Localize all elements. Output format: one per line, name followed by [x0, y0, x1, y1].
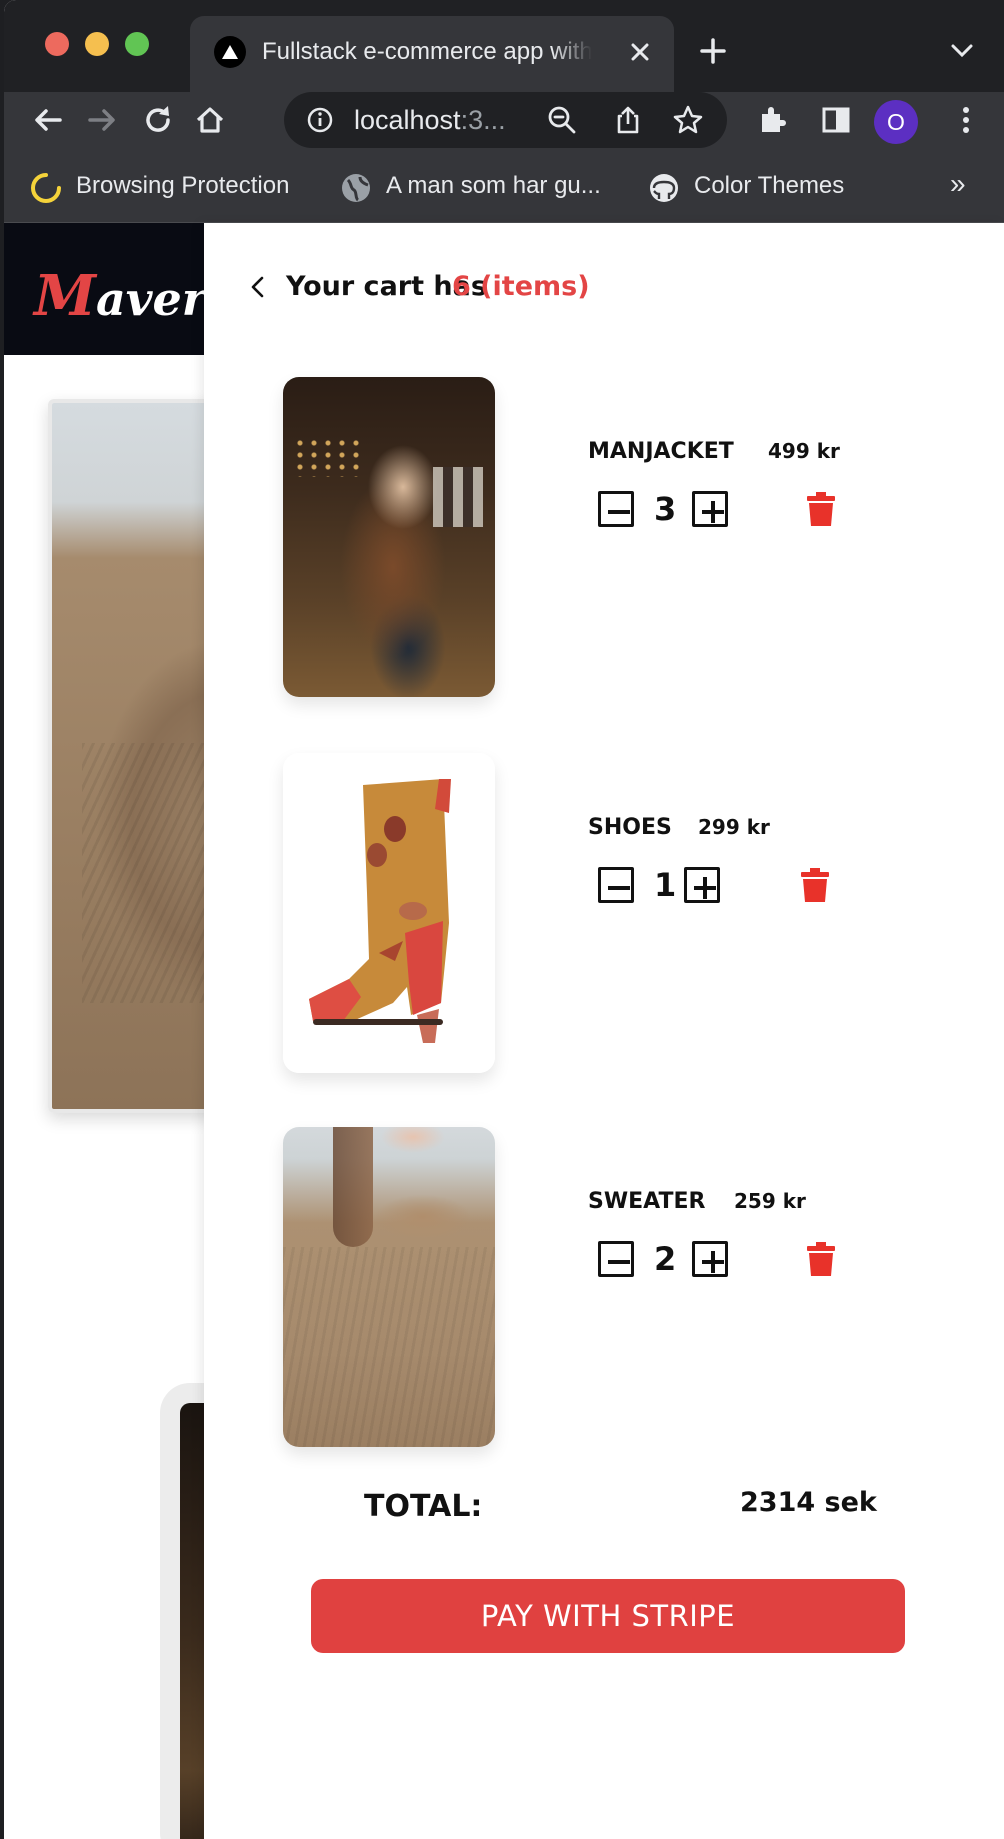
site-logo[interactable]: Maveri [34, 263, 224, 329]
increase-quantity-button[interactable] [684, 867, 720, 903]
address-bar[interactable]: localhost:3... [284, 92, 727, 148]
cart-item: MANJACKET 499 kr 3 [204, 377, 1004, 707]
side-panel-icon[interactable] [816, 100, 856, 140]
cart-item: SHOES 299 kr 1 [204, 753, 1004, 1083]
item-quantity: 3 [654, 490, 677, 528]
chevron-down-icon[interactable] [948, 38, 976, 62]
browser-window: Fullstack e-commerce app with localhost:… [4, 0, 1004, 1839]
github-icon [650, 174, 678, 202]
tab-strip: Fullstack e-commerce app with [4, 0, 1004, 92]
decrease-quantity-button[interactable] [598, 491, 634, 527]
close-window-button[interactable] [45, 32, 69, 56]
trash-icon[interactable] [806, 492, 836, 526]
tab-close-icon[interactable] [626, 38, 654, 66]
trash-icon[interactable] [800, 868, 830, 902]
browsing-protection-icon [31, 173, 61, 203]
cart-item-count: 6 (items) [452, 271, 590, 302]
cart-item: SWEATER 259 kr 2 [204, 1127, 1004, 1457]
new-tab-icon[interactable] [698, 36, 728, 66]
bookmark-browsing-protection[interactable]: Browsing Protection [30, 166, 320, 206]
web-page: Maveri Your cart has 6 (items) MANJACKET… [4, 223, 1004, 1839]
reload-icon[interactable] [138, 100, 178, 140]
increase-quantity-button[interactable] [692, 491, 728, 527]
manjacket-image [283, 377, 495, 697]
profile-avatar[interactable]: O [874, 100, 918, 144]
item-price: 299 kr [698, 815, 770, 839]
chevron-left-icon[interactable] [244, 273, 272, 301]
item-name: SHOES [588, 815, 672, 840]
minimize-window-button[interactable] [85, 32, 109, 56]
item-price: 499 kr [768, 439, 840, 463]
total-value: 2314 sek [740, 1487, 877, 1518]
item-name: MANJACKET [588, 439, 734, 464]
item-quantity: 2 [654, 1240, 677, 1278]
total-label: TOTAL: [364, 1489, 483, 1524]
home-icon[interactable] [190, 100, 230, 140]
bookmarks-overflow-button[interactable]: » [950, 168, 966, 200]
more-menu-icon[interactable] [946, 100, 986, 140]
item-price: 259 kr [734, 1189, 806, 1213]
shoes-image [283, 753, 495, 1073]
trash-icon[interactable] [806, 1242, 836, 1276]
bookmark-color-themes[interactable]: Color Themes [648, 166, 888, 206]
item-quantity: 1 [654, 866, 677, 904]
maximize-window-button[interactable] [125, 32, 149, 56]
item-name: SWEATER [588, 1189, 706, 1214]
back-icon[interactable] [28, 100, 68, 140]
tab-title: Fullstack e-commerce app with [262, 38, 592, 65]
bookmark-a-man[interactable]: A man som har gu... [340, 166, 630, 206]
url-text[interactable]: localhost:3... [354, 104, 506, 136]
increase-quantity-button[interactable] [692, 1241, 728, 1277]
extensions-icon[interactable] [752, 100, 792, 140]
bookmark-star-icon[interactable] [672, 104, 704, 136]
decrease-quantity-button[interactable] [598, 1241, 634, 1277]
cart-drawer: Your cart has 6 (items) MANJACKET 499 kr… [204, 223, 1004, 1839]
browser-tab[interactable]: Fullstack e-commerce app with [190, 16, 674, 92]
bookmarks-bar: Browsing Protection A man som har gu... … [4, 152, 1004, 223]
zoom-out-icon[interactable] [546, 104, 578, 136]
site-info-icon[interactable] [306, 106, 334, 134]
pay-with-stripe-button[interactable]: PAY WITH STRIPE [311, 1579, 905, 1653]
share-icon[interactable] [612, 104, 644, 136]
globe-icon [342, 174, 370, 202]
forward-icon[interactable] [82, 100, 122, 140]
sweater-image [283, 1127, 495, 1447]
decrease-quantity-button[interactable] [598, 867, 634, 903]
vercel-favicon-icon [214, 36, 246, 68]
